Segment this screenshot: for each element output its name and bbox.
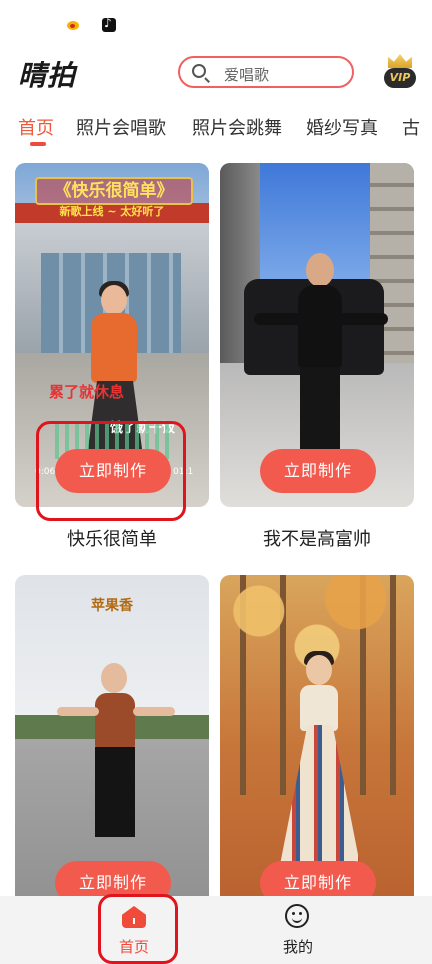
overlay-song-title: 苹果香 [91, 598, 133, 614]
app-logo: 晴拍 [18, 59, 77, 92]
nav-mine[interactable]: 我的 [248, 896, 348, 964]
nav-mine-label: 我的 [282, 938, 313, 956]
bottom-navigation: 首页 我的 [0, 896, 432, 964]
vip-button[interactable]: VIP [382, 54, 418, 92]
tab-photo-dance[interactable]: 照片会跳舞 [192, 114, 282, 140]
category-tabs: 首页 照片会唱歌 照片会跳舞 婚纱写真 古 [0, 108, 432, 148]
tab-wedding-photo[interactable]: 婚纱写真 [306, 114, 378, 140]
tiktok-notification-icon [102, 16, 116, 32]
crown-icon [388, 54, 412, 68]
tab-home[interactable]: 首页 [18, 114, 54, 140]
profile-smile-icon [285, 904, 309, 928]
template-card-3[interactable]: 苹果香 立即制作 [15, 575, 209, 919]
status-bar [0, 0, 432, 44]
weibo-notification-icon [66, 18, 80, 32]
overlay-subtitle: 新歌上线 ~ 太好听了 [59, 205, 165, 218]
highlight-box-home [98, 894, 178, 964]
make-now-button[interactable]: 立即制作 [260, 449, 376, 493]
template-title: 快乐很简单 [67, 529, 157, 550]
vip-badge: VIP [384, 68, 416, 88]
template-card-4[interactable]: 立即制作 [220, 575, 414, 919]
app-header: 晴拍 爱唱歌 VIP [0, 52, 432, 98]
search-placeholder: 爱唱歌 [224, 66, 270, 84]
tab-photo-sing[interactable]: 照片会唱歌 [76, 114, 166, 140]
lyric-line: 累了就休息 [49, 383, 125, 401]
highlight-box-make-button [36, 421, 186, 521]
tab-ancient-style[interactable]: 古 [402, 114, 420, 140]
template-card-2[interactable]: 立即制作 [220, 163, 414, 507]
template-title: 我不是高富帅 [263, 529, 371, 550]
active-tab-indicator [30, 142, 46, 146]
search-icon [192, 64, 206, 78]
search-input[interactable]: 爱唱歌 [178, 56, 354, 88]
overlay-song-title: 《快乐很简单》 [35, 177, 193, 205]
